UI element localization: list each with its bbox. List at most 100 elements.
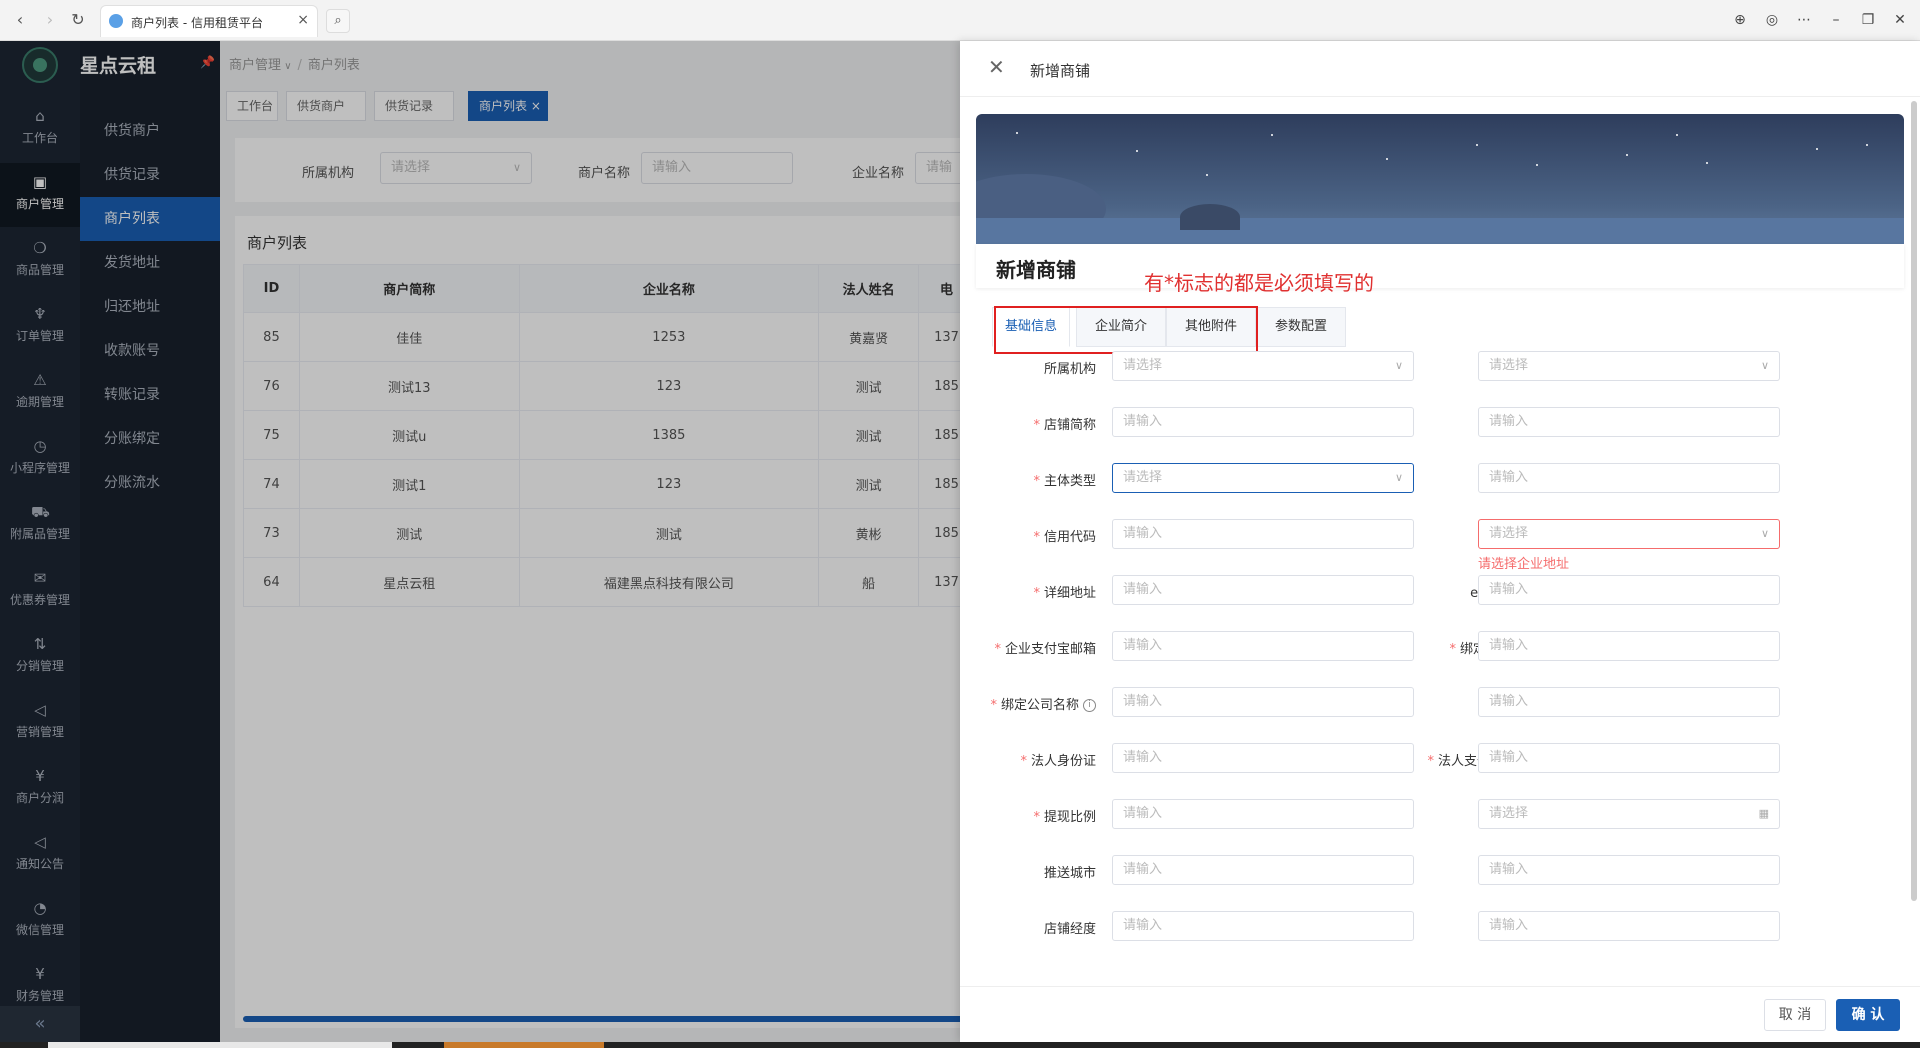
form-label: * 绑定公司名称 i — [990, 694, 1096, 713]
placeholder: 请输入 — [1123, 918, 1163, 933]
back-icon[interactable]: ‹ — [10, 10, 30, 30]
placeholder: 请输入 — [1489, 470, 1529, 485]
form-label: 所属机构 — [1044, 358, 1096, 377]
tab-close-icon[interactable]: × — [297, 12, 309, 28]
site-favicon-icon — [109, 14, 123, 28]
form-label-text: 推送城市 — [1043, 866, 1096, 881]
drawer-header: ✕ 新增商铺 — [960, 41, 1920, 97]
required-marker: * — [1033, 530, 1040, 545]
text-input[interactable]: 请输入 — [1478, 575, 1780, 605]
text-input[interactable]: 请输入 — [1112, 911, 1414, 941]
banner-island — [1180, 204, 1240, 230]
placeholder: 请输入 — [1489, 414, 1529, 429]
form-label-text: 信用代码 — [1043, 530, 1096, 545]
banner-image — [976, 114, 1904, 244]
form-label-text: 法人身份证 — [1030, 754, 1096, 769]
form-label: * 企业支付宝邮箱 — [994, 638, 1096, 657]
form-title: 新增商铺 — [996, 258, 1076, 282]
minimize-icon[interactable]: – — [1824, 10, 1848, 30]
required-marker: * — [994, 642, 1001, 657]
form-label-text: 企业支付宝邮箱 — [1004, 642, 1096, 657]
text-input[interactable]: 请输入 — [1478, 631, 1780, 661]
placeholder: 请选择 — [1489, 806, 1529, 821]
required-marker: * — [1449, 642, 1456, 657]
select-field[interactable]: 请选择 ∨ — [1112, 463, 1414, 493]
placeholder: 请输入 — [1489, 582, 1529, 597]
required-marker: * — [1033, 418, 1040, 433]
text-input[interactable]: 请输入 — [1112, 575, 1414, 605]
reload-icon[interactable]: ↻ — [68, 10, 88, 30]
placeholder: 请输入 — [1123, 414, 1163, 429]
form-label: * 主体类型 — [1033, 470, 1096, 489]
form-label: * 提现比例 — [1033, 806, 1096, 825]
chevron-down-icon: ∨ — [1760, 527, 1769, 540]
placeholder: 请选择 — [1123, 358, 1163, 373]
close-icon[interactable]: ✕ — [988, 55, 1005, 79]
chevron-down-icon: ∨ — [1760, 359, 1769, 372]
text-input[interactable]: 请输入 — [1112, 519, 1414, 549]
placeholder: 请输入 — [1123, 582, 1163, 597]
text-input[interactable]: 请输入 — [1112, 743, 1414, 773]
browser-tab[interactable]: 商户列表 - 信用租赁平台 × — [100, 5, 318, 37]
text-input[interactable]: 请输入 — [1478, 407, 1780, 437]
placeholder: 请选择 — [1489, 358, 1529, 373]
download-icon[interactable]: ⊕ — [1728, 10, 1752, 30]
required-marker: * — [1427, 754, 1434, 769]
placeholder: 请输入 — [1489, 638, 1529, 653]
text-input[interactable]: 请输入 — [1478, 743, 1780, 773]
placeholder: 请选择 — [1123, 470, 1163, 485]
taskbar-item[interactable] — [444, 1042, 604, 1048]
vertical-scrollbar[interactable] — [1911, 101, 1917, 901]
form-label-text: 店铺简称 — [1043, 418, 1096, 433]
text-input[interactable]: 请输入 — [1478, 463, 1780, 493]
required-marker: * — [1033, 586, 1040, 601]
drawer-title: 新增商铺 — [1030, 62, 1091, 80]
banner-caption: 新增商铺 — [976, 244, 1904, 288]
taskbar-item[interactable] — [48, 1042, 392, 1048]
cancel-button[interactable]: 取 消 — [1764, 999, 1826, 1031]
calendar-icon: ▦ — [1758, 807, 1769, 820]
tab-params[interactable]: 参数配置 — [1256, 307, 1346, 347]
chevron-down-icon: ∨ — [1394, 471, 1403, 484]
form-label: * 法人身份证 — [1020, 750, 1096, 769]
placeholder: 请输入 — [1123, 806, 1163, 821]
error-message: 请选择企业地址 — [1478, 557, 1570, 572]
window-close-icon[interactable]: ✕ — [1888, 10, 1912, 30]
form-card: 基础信息 企业简介 其他附件 参数配置 所属机构 请选择 ∨ * 店铺简称 请输入 * 主体类… — [976, 296, 1904, 1036]
confirm-button[interactable]: 确 认 — [1836, 999, 1900, 1031]
placeholder: 请选择 — [1489, 526, 1529, 541]
select-field[interactable]: 请选择 ∨ — [1478, 519, 1780, 549]
form-label: 推送城市 — [1044, 862, 1096, 881]
globe-icon[interactable]: ◎ — [1760, 10, 1784, 30]
select-field[interactable]: 请选择 ∨ — [1478, 351, 1780, 381]
search-icon[interactable]: ⌕ — [326, 9, 350, 33]
text-input[interactable]: 请输入 — [1112, 855, 1414, 885]
required-marker: * — [990, 698, 997, 713]
form-label-text: 详细地址 — [1043, 586, 1096, 601]
form-label-text: 所属机构 — [1043, 362, 1096, 377]
more-icon[interactable]: ⋯ — [1792, 10, 1816, 30]
form-label: * 店铺简称 — [1033, 414, 1096, 433]
select-field[interactable]: 请选择 ∨ — [1112, 351, 1414, 381]
modal-overlay[interactable] — [0, 41, 960, 1042]
text-input[interactable]: 请输入 — [1478, 911, 1780, 941]
chevron-down-icon: ∨ — [1394, 359, 1403, 372]
date-picker[interactable]: 请选择 ▦ — [1478, 799, 1780, 829]
taskbar — [0, 1042, 1920, 1048]
placeholder: 请输入 — [1489, 862, 1529, 877]
add-shop-drawer: ✕ 新增商铺 新增商铺 基础信息 企业简介 其他附件 参数配置 所属机构 请选择 ∨… — [960, 41, 1920, 1042]
form-label: * 信用代码 — [1033, 526, 1096, 545]
forward-icon[interactable]: › — [40, 10, 60, 30]
form-label: * 详细地址 — [1033, 582, 1096, 601]
text-input[interactable]: 请输入 — [1112, 631, 1414, 661]
restore-icon[interactable]: ❐ — [1856, 10, 1880, 30]
text-input[interactable]: 请输入 — [1112, 407, 1414, 437]
form-label-text: 店铺经度 — [1043, 922, 1096, 937]
text-input[interactable]: 请输入 — [1478, 855, 1780, 885]
info-icon[interactable]: i — [1083, 699, 1096, 712]
text-input[interactable]: 请输入 — [1112, 687, 1414, 717]
text-input[interactable]: 请输入 — [1112, 799, 1414, 829]
required-marker: * — [1033, 810, 1040, 825]
text-input[interactable]: 请输入 — [1478, 687, 1780, 717]
placeholder: 请输入 — [1123, 694, 1163, 709]
